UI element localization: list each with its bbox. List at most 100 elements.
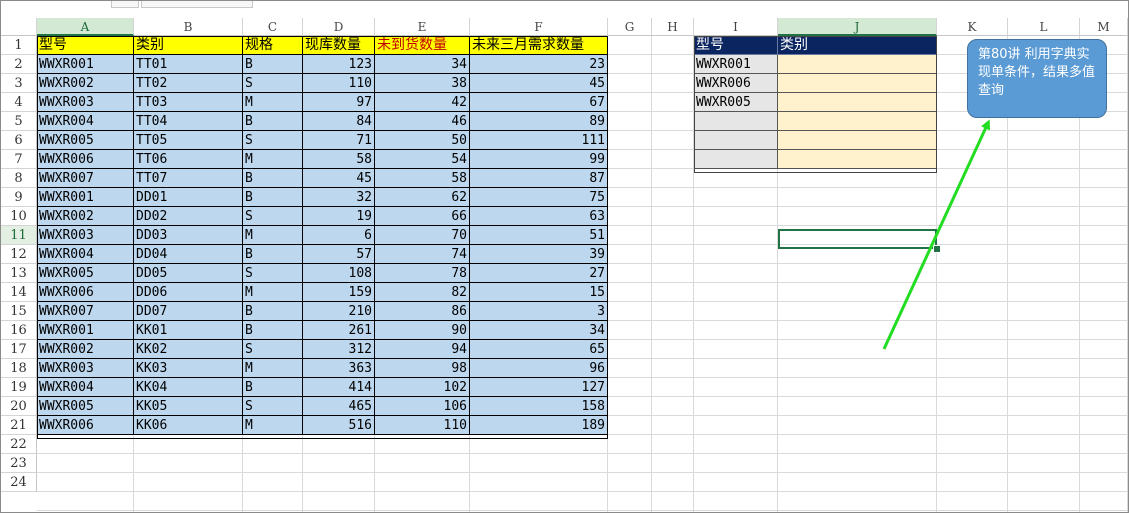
main-table-cell[interactable]: 158: [470, 397, 608, 416]
row-header-22[interactable]: 22: [1, 435, 37, 454]
main-table-cell[interactable]: 58: [303, 150, 375, 169]
main-table-cell[interactable]: WWXR001: [37, 55, 134, 74]
main-table-cell[interactable]: 45: [470, 74, 608, 93]
main-table-cell[interactable]: KK05: [134, 397, 243, 416]
main-table-header-cell[interactable]: 类别: [134, 36, 243, 55]
main-table-cell[interactable]: WWXR005: [37, 397, 134, 416]
main-table-cell[interactable]: WWXR007: [37, 302, 134, 321]
main-table-cell[interactable]: 90: [375, 321, 470, 340]
row-header-15[interactable]: 15: [1, 302, 37, 321]
main-table-cell[interactable]: 78: [375, 264, 470, 283]
main-table-cell[interactable]: 123: [303, 55, 375, 74]
main-table-cell[interactable]: 74: [375, 245, 470, 264]
main-table-cell[interactable]: S: [243, 397, 303, 416]
column-header-l[interactable]: L: [1008, 18, 1080, 36]
main-table-cell[interactable]: WWXR005: [37, 264, 134, 283]
main-table-cell[interactable]: WWXR007: [37, 169, 134, 188]
column-header-k[interactable]: K: [937, 18, 1008, 36]
main-table-cell[interactable]: 15: [470, 283, 608, 302]
main-table-cell[interactable]: 159: [303, 283, 375, 302]
main-table-cell[interactable]: KK02: [134, 340, 243, 359]
main-table-cell[interactable]: S: [243, 207, 303, 226]
main-table-cell[interactable]: DD04: [134, 245, 243, 264]
main-table-cell[interactable]: 516: [303, 416, 375, 435]
main-table-cell[interactable]: 82: [375, 283, 470, 302]
main-table-cell[interactable]: B: [243, 302, 303, 321]
column-header-c[interactable]: C: [243, 18, 303, 36]
main-table-cell[interactable]: M: [243, 226, 303, 245]
main-table-cell[interactable]: M: [243, 416, 303, 435]
lookup-output-cell[interactable]: [778, 74, 937, 93]
main-table-cell[interactable]: 312: [303, 340, 375, 359]
main-table-cell[interactable]: 34: [375, 55, 470, 74]
main-table-cell[interactable]: WWXR003: [37, 93, 134, 112]
row-header-13[interactable]: 13: [1, 264, 37, 283]
column-header-a[interactable]: A: [37, 18, 134, 36]
main-table-header-cell[interactable]: 规格: [243, 36, 303, 55]
main-table-cell[interactable]: KK06: [134, 416, 243, 435]
main-table-cell[interactable]: 210: [303, 302, 375, 321]
main-table-cell[interactable]: 106: [375, 397, 470, 416]
main-table-cell[interactable]: 99: [470, 150, 608, 169]
main-table-cell[interactable]: 98: [375, 359, 470, 378]
main-table-cell[interactable]: 110: [375, 416, 470, 435]
main-table-cell[interactable]: B: [243, 55, 303, 74]
main-table-cell[interactable]: DD05: [134, 264, 243, 283]
main-table-cell[interactable]: B: [243, 321, 303, 340]
main-table-cell[interactable]: TT05: [134, 131, 243, 150]
main-table-cell[interactable]: 363: [303, 359, 375, 378]
column-header-m[interactable]: M: [1080, 18, 1128, 36]
main-table-cell[interactable]: DD06: [134, 283, 243, 302]
sheet-tab-stub[interactable]: [111, 1, 139, 8]
main-table-cell[interactable]: S: [243, 340, 303, 359]
main-table-cell[interactable]: 50: [375, 131, 470, 150]
main-table-cell[interactable]: WWXR001: [37, 321, 134, 340]
sheet-tab-stub[interactable]: [141, 1, 253, 8]
row-header-6[interactable]: 6: [1, 131, 37, 150]
main-table-cell[interactable]: TT04: [134, 112, 243, 131]
main-table-cell[interactable]: 261: [303, 321, 375, 340]
lookup-input-cell[interactable]: [694, 131, 778, 150]
column-header-b[interactable]: B: [134, 18, 243, 36]
main-table-cell[interactable]: TT07: [134, 169, 243, 188]
main-table-cell[interactable]: WWXR004: [37, 378, 134, 397]
main-table-header-cell[interactable]: 未到货数量: [375, 36, 470, 55]
lookup-input-cell[interactable]: WWXR006: [694, 74, 778, 93]
fill-handle[interactable]: [933, 245, 941, 253]
main-table-cell[interactable]: 23: [470, 55, 608, 74]
main-table-cell[interactable]: 57: [303, 245, 375, 264]
main-table-cell[interactable]: S: [243, 74, 303, 93]
main-table-cell[interactable]: M: [243, 283, 303, 302]
lookup-output-cell[interactable]: [778, 131, 937, 150]
main-table-cell[interactable]: WWXR004: [37, 112, 134, 131]
lookup-table-header-cell[interactable]: 型号: [694, 36, 778, 55]
lookup-output-cell[interactable]: [778, 93, 937, 112]
row-header-17[interactable]: 17: [1, 340, 37, 359]
main-table-cell[interactable]: 465: [303, 397, 375, 416]
main-table-cell[interactable]: 87: [470, 169, 608, 188]
main-table-cell[interactable]: 46: [375, 112, 470, 131]
main-table-cell[interactable]: TT03: [134, 93, 243, 112]
main-table-cell[interactable]: 67: [470, 93, 608, 112]
column-header-h[interactable]: H: [652, 18, 694, 36]
main-table-cell[interactable]: TT01: [134, 55, 243, 74]
main-table-cell[interactable]: B: [243, 112, 303, 131]
main-table-cell[interactable]: 75: [470, 188, 608, 207]
main-table-cell[interactable]: WWXR003: [37, 359, 134, 378]
main-table-cell[interactable]: WWXR004: [37, 245, 134, 264]
lookup-input-cell[interactable]: [694, 150, 778, 169]
column-header-e[interactable]: E: [375, 18, 470, 36]
row-header-3[interactable]: 3: [1, 74, 37, 93]
main-table-cell[interactable]: 27: [470, 264, 608, 283]
row-header-10[interactable]: 10: [1, 207, 37, 226]
main-table-cell[interactable]: 58: [375, 169, 470, 188]
main-table-cell[interactable]: 97: [303, 93, 375, 112]
main-table-cell[interactable]: WWXR006: [37, 150, 134, 169]
main-table-cell[interactable]: DD02: [134, 207, 243, 226]
main-table-cell[interactable]: 414: [303, 378, 375, 397]
main-table-cell[interactable]: B: [243, 245, 303, 264]
main-table-cell[interactable]: 111: [470, 131, 608, 150]
row-header-24[interactable]: 24: [1, 473, 37, 492]
main-table-cell[interactable]: 70: [375, 226, 470, 245]
row-header-12[interactable]: 12: [1, 245, 37, 264]
